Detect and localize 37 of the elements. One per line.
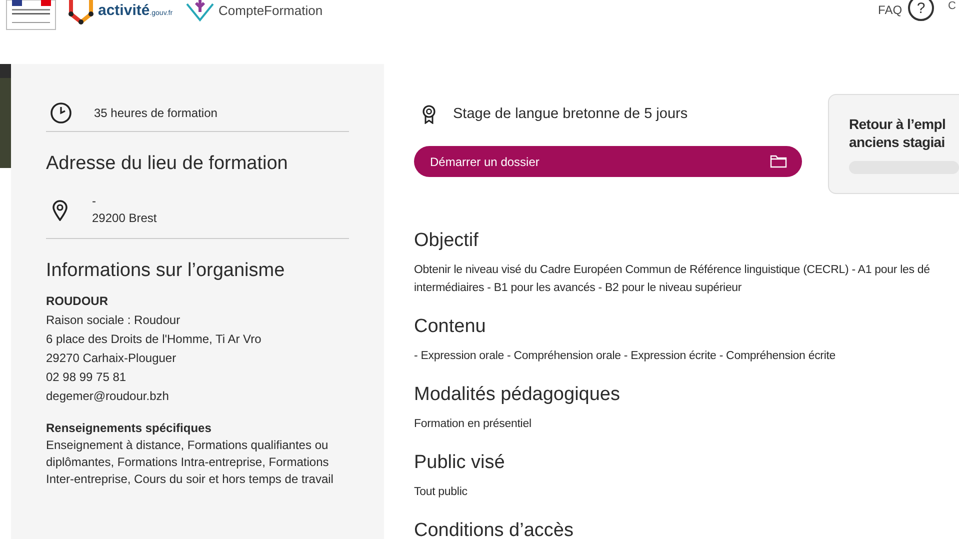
clock-icon [50, 102, 72, 124]
section-heading: Adresse du lieu de formation [46, 153, 289, 175]
organization-detail: degemer@roudour.bzh [46, 388, 170, 405]
section-heading: Contenu [414, 316, 487, 338]
section-heading: Objectif [414, 230, 480, 252]
diamond-logo-icon [184, 0, 215, 22]
training-title: Stage de langue bretonne de 5 jours [453, 106, 688, 122]
location-pin-icon [52, 200, 68, 220]
section-heading: Informations sur l’organisme [46, 260, 286, 282]
address-line: 29200 Brest [92, 210, 157, 227]
organization-name: ROUDOUR [46, 293, 109, 310]
faq-link[interactable]: FAQ [878, 3, 902, 17]
section-text: Obtenir le niveau visé du Cadre Européen Commun de Référence linguistique (CECRL) - A1 pour les dé [414, 263, 931, 278]
header-link[interactable]: C [948, 0, 959, 12]
start-file-button[interactable]: Démarrer un dossier [414, 146, 802, 177]
help-button[interactable]: ? [908, 0, 934, 21]
organization-detail: Raison sociale : Roudour [46, 312, 182, 329]
duration-text: 35 heures de formation [94, 104, 218, 122]
address-line: - [92, 193, 97, 210]
section-text: Tout public [414, 485, 468, 500]
logo-text: CompteFormation [218, 3, 323, 19]
folder-icon [770, 155, 787, 168]
card-title: anciens stagiai [849, 133, 946, 151]
section-heading: Conditions d’accès [414, 520, 574, 539]
section-text: - Expression orale - Compréhension orale - Expression écrite - Compréhension écrite [414, 349, 837, 364]
organization-detail: 6 place des Droits de l'Homme, Ti Ar Vro [46, 331, 262, 348]
section-heading: Modalités pédagogiques [414, 384, 621, 406]
section-heading: Public visé [414, 452, 506, 474]
subheading: Renseignements spécifiques [46, 421, 212, 435]
organization-detail: 02 98 99 75 81 [46, 369, 128, 386]
card-title: Retour à l’empl [849, 115, 947, 133]
organization-detail: 29270 Carhaix-Plouguer [46, 350, 178, 367]
section-text: Formation en présentiel [414, 417, 532, 432]
specific-info-text: Enseignement à distance, Formations qualifiantes ou diplômantes, Formations Intra-entreprise, Formations Inter-entreprise, Cours du soir et hors temps de travail [46, 437, 334, 488]
hexagon-logo-icon [68, 0, 94, 25]
section-text: intermédiaires - B1 pour les avancés - B2 pour le niveau supérieur [414, 281, 743, 296]
award-ribbon-icon [422, 104, 436, 124]
